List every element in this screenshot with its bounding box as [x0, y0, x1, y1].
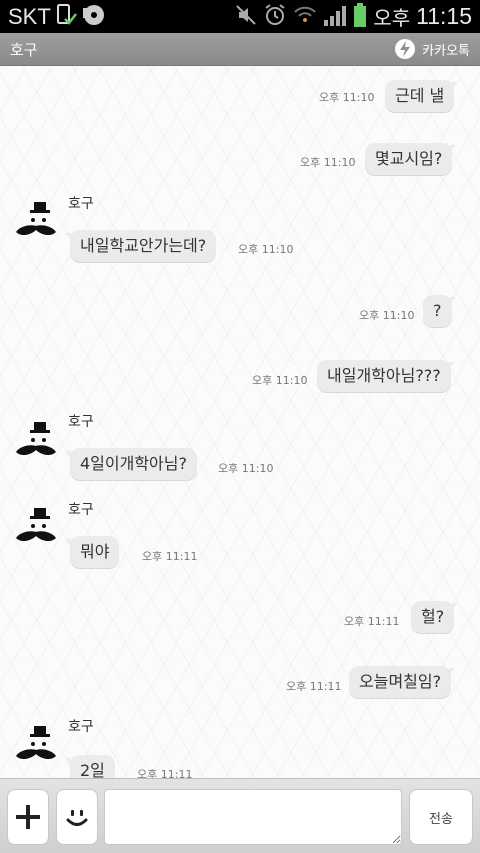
sender-name: 호구 — [68, 414, 94, 430]
message-bubble-outgoing[interactable]: 헐? — [411, 601, 459, 633]
kakaotalk-logo-icon — [395, 39, 416, 59]
mustache-avatar-icon[interactable] — [12, 722, 60, 770]
attach-button[interactable] — [7, 789, 49, 845]
message-bubble-incoming[interactable]: 4일이개학아님? — [65, 448, 197, 480]
plus-icon — [16, 805, 40, 829]
phone-sync-icon — [55, 3, 77, 31]
message-bubble-incoming[interactable]: 내일학교안가는데? — [64, 230, 217, 262]
message-bubble-incoming[interactable]: 2일 — [65, 755, 115, 778]
message-input-bar: 전송 — [0, 778, 480, 853]
message-time: 오후 11:10 — [238, 243, 294, 256]
chat-header: 호구 카카오톡 — [0, 33, 480, 66]
clock: 11:15 — [416, 3, 472, 29]
mustache-avatar-icon[interactable] — [12, 198, 60, 246]
media-icon — [81, 3, 107, 31]
message-time: 오후 11:11 — [137, 768, 193, 778]
message-time: 오후 11:11 — [286, 680, 342, 693]
carrier-label: SKT — [8, 3, 51, 29]
time-period: 오후 — [373, 6, 411, 30]
message-bubble-outgoing[interactable]: 내일개학아님??? — [317, 360, 455, 392]
sender-name: 호구 — [68, 502, 94, 518]
chat-room-title: 호구 — [10, 40, 38, 59]
signal-icon — [323, 4, 347, 30]
message-time: 오후 11:11 — [142, 550, 198, 563]
message-input[interactable] — [104, 789, 402, 845]
kakaotalk-brand: 카카오톡 — [392, 38, 470, 60]
message-bubble-outgoing[interactable]: 몇교시임? — [365, 143, 457, 175]
message-time: 오후 11:11 — [344, 615, 400, 628]
message-bubble-outgoing[interactable]: ? — [423, 295, 455, 327]
message-time: 오후 11:10 — [319, 91, 375, 104]
sender-name: 호구 — [68, 196, 94, 212]
mute-icon — [235, 4, 257, 30]
message-time: 오후 11:10 — [218, 462, 274, 475]
message-bubble-outgoing[interactable]: 오늘며칠임? — [349, 666, 456, 698]
message-time: 오후 11:10 — [252, 374, 308, 387]
battery-icon — [353, 2, 367, 31]
status-bar: SKT 오후 11:15 — [0, 0, 480, 33]
message-bubble-outgoing[interactable]: 근데 낼 — [385, 80, 459, 112]
wifi-icon — [293, 3, 317, 31]
smiley-icon — [66, 810, 88, 826]
brand-label: 카카오톡 — [422, 43, 470, 59]
chat-area[interactable]: 오후 11:10 근데 낼 오후 11:10 몇교시임? 호구 내일학교안가는데… — [0, 66, 480, 778]
message-bubble-incoming[interactable]: 뭐야 — [64, 536, 120, 568]
sender-name: 호구 — [68, 719, 94, 735]
mustache-avatar-icon[interactable] — [12, 418, 60, 466]
message-time: 오후 11:10 — [300, 156, 356, 169]
message-time: 오후 11:10 — [359, 309, 415, 322]
mustache-avatar-icon[interactable] — [12, 504, 60, 552]
send-button[interactable]: 전송 — [409, 789, 473, 845]
alarm-icon — [263, 3, 287, 31]
emoticon-button[interactable] — [56, 789, 98, 845]
